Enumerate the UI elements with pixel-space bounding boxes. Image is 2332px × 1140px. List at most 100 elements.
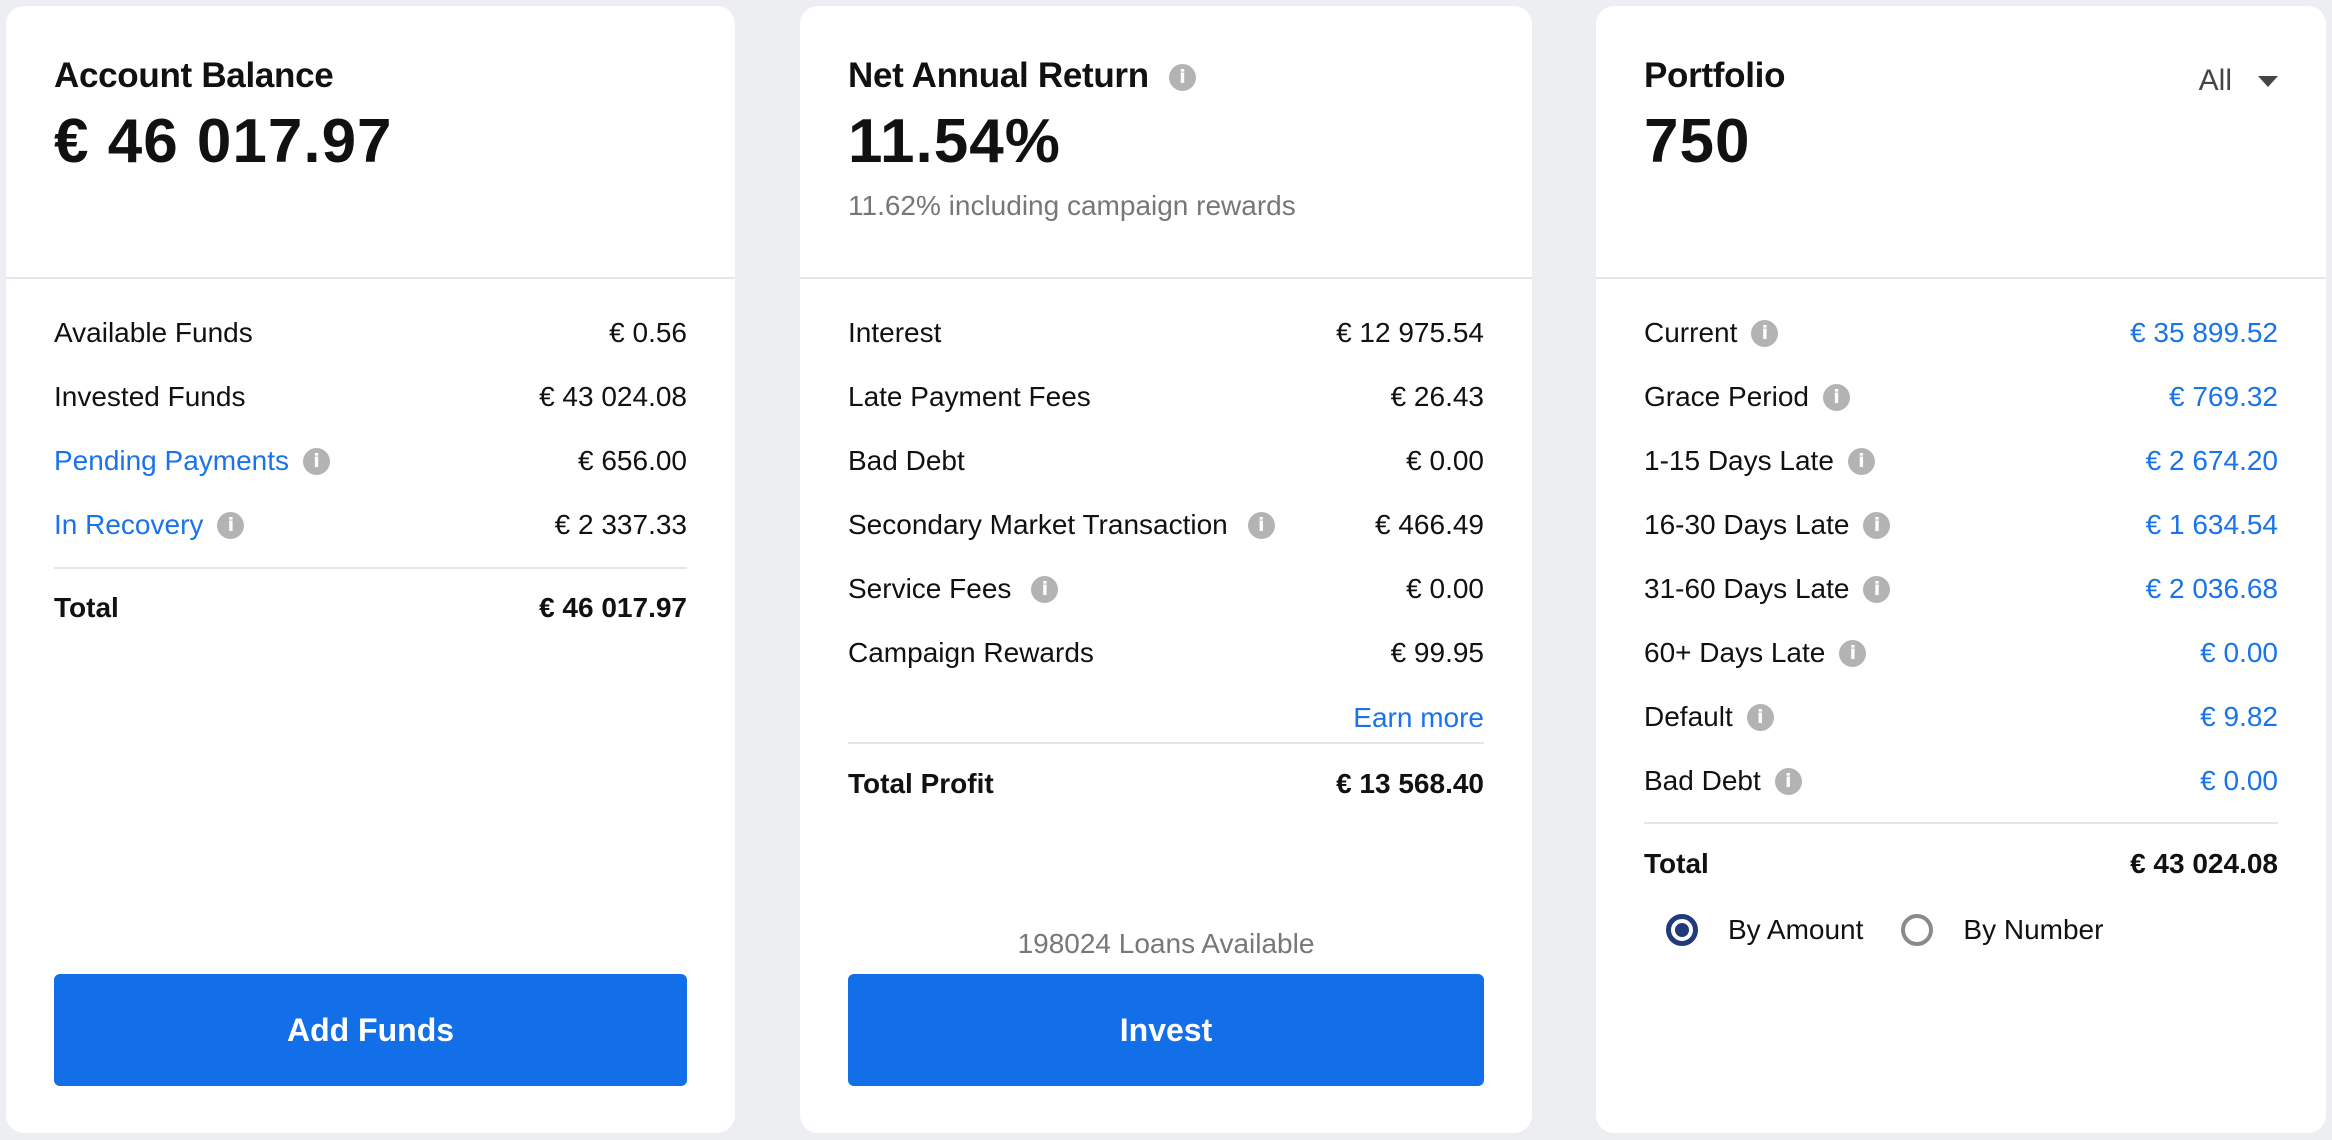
radio-selected-icon[interactable] [1666, 914, 1698, 946]
row-label: Grace Period [1644, 381, 1809, 412]
row-value-link[interactable]: € 769.32 [2169, 381, 2278, 413]
net-annual-return-amount: 11.54% [848, 107, 1061, 176]
row-label: 60+ Days Late [1644, 637, 1826, 668]
row-secondary-market: Secondary Market Transaction i € 466.49 [848, 505, 1484, 545]
row-current: Current i € 35 899.52 [1644, 313, 2278, 353]
row-60-plus-days-late: 60+ Days Late i € 0.00 [1644, 633, 2278, 673]
info-icon[interactable]: i [1863, 511, 1891, 539]
info-icon[interactable]: i [1822, 383, 1850, 411]
card-title: Portfolio [1644, 56, 1786, 95]
row-label: 31-60 Days Late [1644, 573, 1850, 604]
portfolio-count: 750 [1644, 107, 1751, 176]
divider [54, 567, 687, 569]
total-value: € 13 568.40 [1336, 768, 1484, 799]
total-value: € 46 017.97 [539, 592, 687, 623]
row-service-fees: Service Fees i € 0.00 [848, 569, 1484, 609]
row-label: Interest [848, 317, 942, 348]
portfolio-filter-dropdown[interactable]: All [2199, 64, 2278, 98]
row-late-payment-fees: Late Payment Fees € 26.43 [848, 377, 1484, 417]
total-value: € 43 024.08 [2130, 848, 2278, 879]
row-value-link[interactable]: € 1 634.54 [2146, 509, 2278, 541]
row-value: € 12 975.54 [1336, 317, 1484, 348]
row-bad-debt: Bad Debt € 0.00 [848, 441, 1484, 481]
earn-more-link[interactable]: Earn more [1353, 702, 1484, 734]
card-header: Portfolio All 750 [1596, 6, 2326, 279]
divider [848, 742, 1484, 744]
info-icon[interactable]: i [1168, 64, 1196, 92]
row-value: € 0.00 [1406, 445, 1484, 476]
info-icon[interactable]: i [217, 511, 245, 539]
row-label: 1-15 Days Late [1644, 445, 1834, 476]
row-value-link[interactable]: € 2 036.68 [2146, 573, 2278, 605]
row-total: Total € 46 017.97 [54, 588, 687, 628]
row-value-link[interactable]: € 35 899.52 [2130, 317, 2278, 349]
info-icon[interactable]: i [1863, 575, 1891, 603]
row-label: Service Fees [848, 573, 1012, 604]
row-label: Default [1644, 701, 1733, 732]
account-balance-card: Account Balance € 46 017.97 Available Fu… [6, 6, 735, 1133]
row-bad-debt: Bad Debt i € 0.00 [1644, 761, 2278, 801]
total-label: Total Profit [848, 768, 994, 799]
pending-payments-link[interactable]: Pending Payments [54, 445, 289, 477]
card-header: Net Annual Return i 11.54% 11.62% includi… [800, 6, 1532, 279]
row-label: Late Payment Fees [848, 381, 1091, 412]
row-value-link[interactable]: € 9.82 [2200, 701, 2278, 733]
row-pending-payments: Pending Payments i € 656.00 [54, 441, 687, 481]
card-title: Account Balance [54, 56, 334, 95]
row-interest: Interest € 12 975.54 [848, 313, 1484, 353]
row-label: Invested Funds [54, 381, 246, 412]
row-label: Bad Debt [848, 445, 965, 476]
total-label: Total [54, 592, 119, 623]
row-value: € 26.43 [1390, 381, 1484, 412]
account-balance-amount: € 46 017.97 [54, 107, 393, 176]
card-header: Account Balance € 46 017.97 [6, 6, 735, 279]
info-icon[interactable]: i [1751, 319, 1779, 347]
total-label: Total [1644, 848, 1709, 879]
radio-by-number[interactable]: By Number [1901, 914, 2103, 946]
campaign-rewards-subtitle: 11.62% including campaign rewards [848, 190, 1296, 221]
info-icon[interactable]: i [1774, 767, 1802, 795]
net-annual-return-card: Net Annual Return i 11.54% 11.62% includi… [800, 6, 1532, 1133]
row-invested-funds: Invested Funds € 43 024.08 [54, 377, 687, 417]
row-value-link[interactable]: € 0.00 [2200, 637, 2278, 669]
caret-down-icon [2258, 75, 2278, 87]
info-icon[interactable]: i [303, 447, 331, 475]
row-label: Bad Debt [1644, 765, 1761, 796]
row-total-profit: Total Profit € 13 568.40 [848, 764, 1484, 804]
row-value: € 656.00 [578, 445, 687, 476]
row-value: € 2 337.33 [554, 509, 687, 540]
row-value-link[interactable]: € 0.00 [2200, 765, 2278, 797]
loans-available-text: 198024 Loans Available [1017, 928, 1315, 959]
row-label: Available Funds [54, 317, 253, 348]
info-icon[interactable]: i [1031, 575, 1059, 603]
row-value: € 0.56 [609, 317, 687, 348]
filter-value: All [2198, 64, 2232, 97]
row-in-recovery: In Recovery i € 2 337.33 [54, 505, 687, 545]
row-label: Current [1644, 317, 1738, 348]
row-value: € 0.00 [1406, 573, 1484, 604]
row-campaign-rewards: Campaign Rewards € 99.95 [848, 633, 1484, 673]
portfolio-view-radio-group: By Amount By Number [1666, 914, 2141, 946]
radio-unselected-icon[interactable] [1901, 914, 1934, 946]
radio-label: By Number [1963, 914, 2104, 945]
portfolio-card: Portfolio All 750 Current i € 35 899.52 G… [1596, 6, 2326, 1133]
info-icon[interactable]: i [1839, 639, 1867, 667]
radio-by-amount[interactable]: By Amount [1666, 914, 1863, 946]
row-value-link[interactable]: € 2 674.20 [2146, 445, 2278, 477]
in-recovery-link[interactable]: In Recovery [54, 509, 203, 541]
row-total: Total € 43 024.08 [1644, 844, 2278, 884]
row-grace-period: Grace Period i € 769.32 [1644, 377, 2278, 417]
radio-label: By Amount [1728, 914, 1864, 945]
invest-button[interactable]: Invest [848, 974, 1484, 1086]
row-1-15-days-late: 1-15 Days Late i € 2 674.20 [1644, 441, 2278, 481]
row-16-30-days-late: 16-30 Days Late i € 1 634.54 [1644, 505, 2278, 545]
row-label: Campaign Rewards [848, 637, 1094, 668]
card-title-text: Net Annual Return [848, 56, 1149, 95]
card-title: Net Annual Return i [848, 56, 1196, 96]
divider [1644, 822, 2278, 824]
info-icon[interactable]: i [1247, 511, 1275, 539]
row-label: 16-30 Days Late [1644, 509, 1850, 540]
info-icon[interactable]: i [1847, 447, 1875, 475]
add-funds-button[interactable]: Add Funds [54, 974, 687, 1086]
info-icon[interactable]: i [1746, 703, 1774, 731]
